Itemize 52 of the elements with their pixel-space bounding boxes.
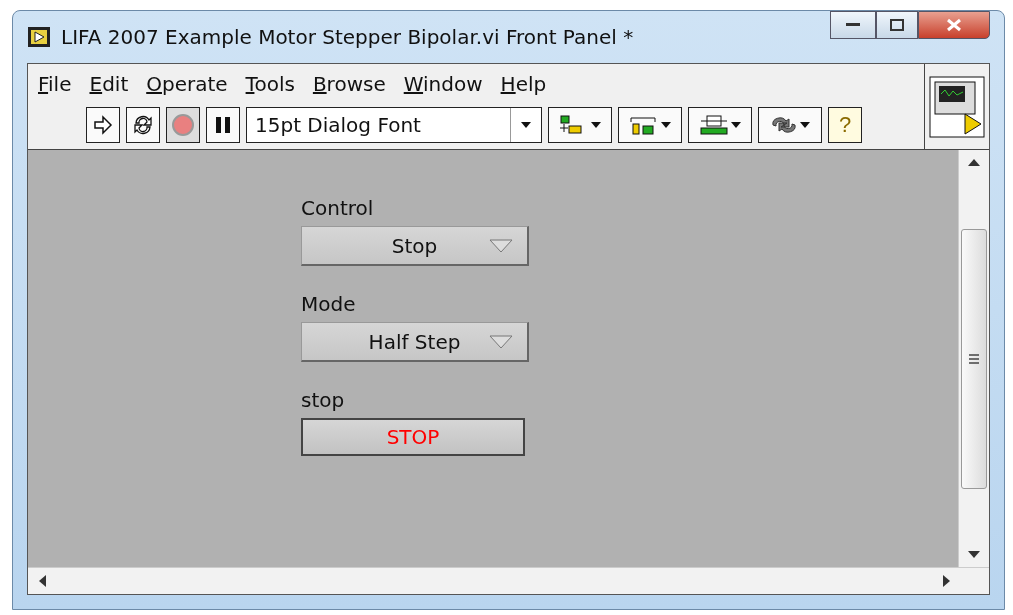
menu-item[interactable]: Browse — [312, 72, 386, 96]
close-icon — [946, 18, 962, 32]
down-arrow-icon — [968, 551, 980, 559]
abort-button[interactable] — [166, 107, 200, 143]
menu-item[interactable]: Window — [403, 72, 483, 96]
menu-item[interactable]: Edit — [89, 72, 129, 96]
caret-icon — [591, 122, 601, 128]
reorder-arrows-icon — [770, 115, 798, 135]
minimize-button[interactable] — [830, 11, 876, 39]
scroll-thumb[interactable] — [961, 228, 987, 489]
reorder-button[interactable] — [758, 107, 822, 143]
caret-icon — [731, 122, 741, 128]
cycle-arrows-icon — [132, 114, 154, 136]
caret-icon — [489, 335, 513, 349]
window-title: LIFA 2007 Example Motor Stepper Bipolar.vi Front Panel * — [61, 25, 634, 49]
right-arrow-icon — [943, 575, 951, 587]
maximize-button[interactable] — [876, 11, 918, 39]
control-label: Mode — [301, 292, 357, 316]
run-continuously-button[interactable] — [126, 107, 160, 143]
resize-objects-icon — [699, 114, 729, 136]
distribute-objects-icon — [629, 114, 659, 136]
ring-control[interactable]: Stop — [301, 226, 529, 266]
up-arrow-icon — [968, 158, 980, 166]
menu-item[interactable]: Help — [500, 72, 547, 96]
caret-icon — [800, 122, 810, 128]
ring-control[interactable]: Half Step — [301, 322, 529, 362]
minimize-icon — [846, 23, 860, 27]
app-icon — [27, 26, 51, 48]
control-label: Control — [301, 196, 375, 220]
vertical-scrollbar[interactable] — [958, 150, 989, 567]
caret-icon — [661, 122, 671, 128]
maximize-icon — [890, 19, 904, 31]
stop-sign-icon — [171, 113, 195, 137]
close-button[interactable] — [918, 11, 990, 39]
menu-item[interactable]: Operate — [146, 72, 228, 96]
help-button[interactable]: ? — [828, 107, 862, 143]
run-button[interactable] — [86, 107, 120, 143]
menu-item[interactable]: Tools — [245, 72, 295, 96]
menu-item[interactable]: File — [38, 72, 72, 96]
caret-icon — [521, 122, 531, 128]
pause-icon — [215, 116, 231, 134]
font-dropdown[interactable]: 15pt Dialog Font — [246, 107, 542, 143]
control-label: stop — [301, 388, 346, 412]
arrow-icon — [93, 115, 113, 135]
align-button[interactable] — [548, 107, 612, 143]
grip-icon — [969, 353, 979, 364]
pause-button[interactable] — [206, 107, 240, 143]
distribute-button[interactable] — [618, 107, 682, 143]
caret-icon — [489, 239, 513, 253]
vi-icon — [929, 75, 985, 138]
left-arrow-icon — [38, 575, 46, 587]
resize-button[interactable] — [688, 107, 752, 143]
